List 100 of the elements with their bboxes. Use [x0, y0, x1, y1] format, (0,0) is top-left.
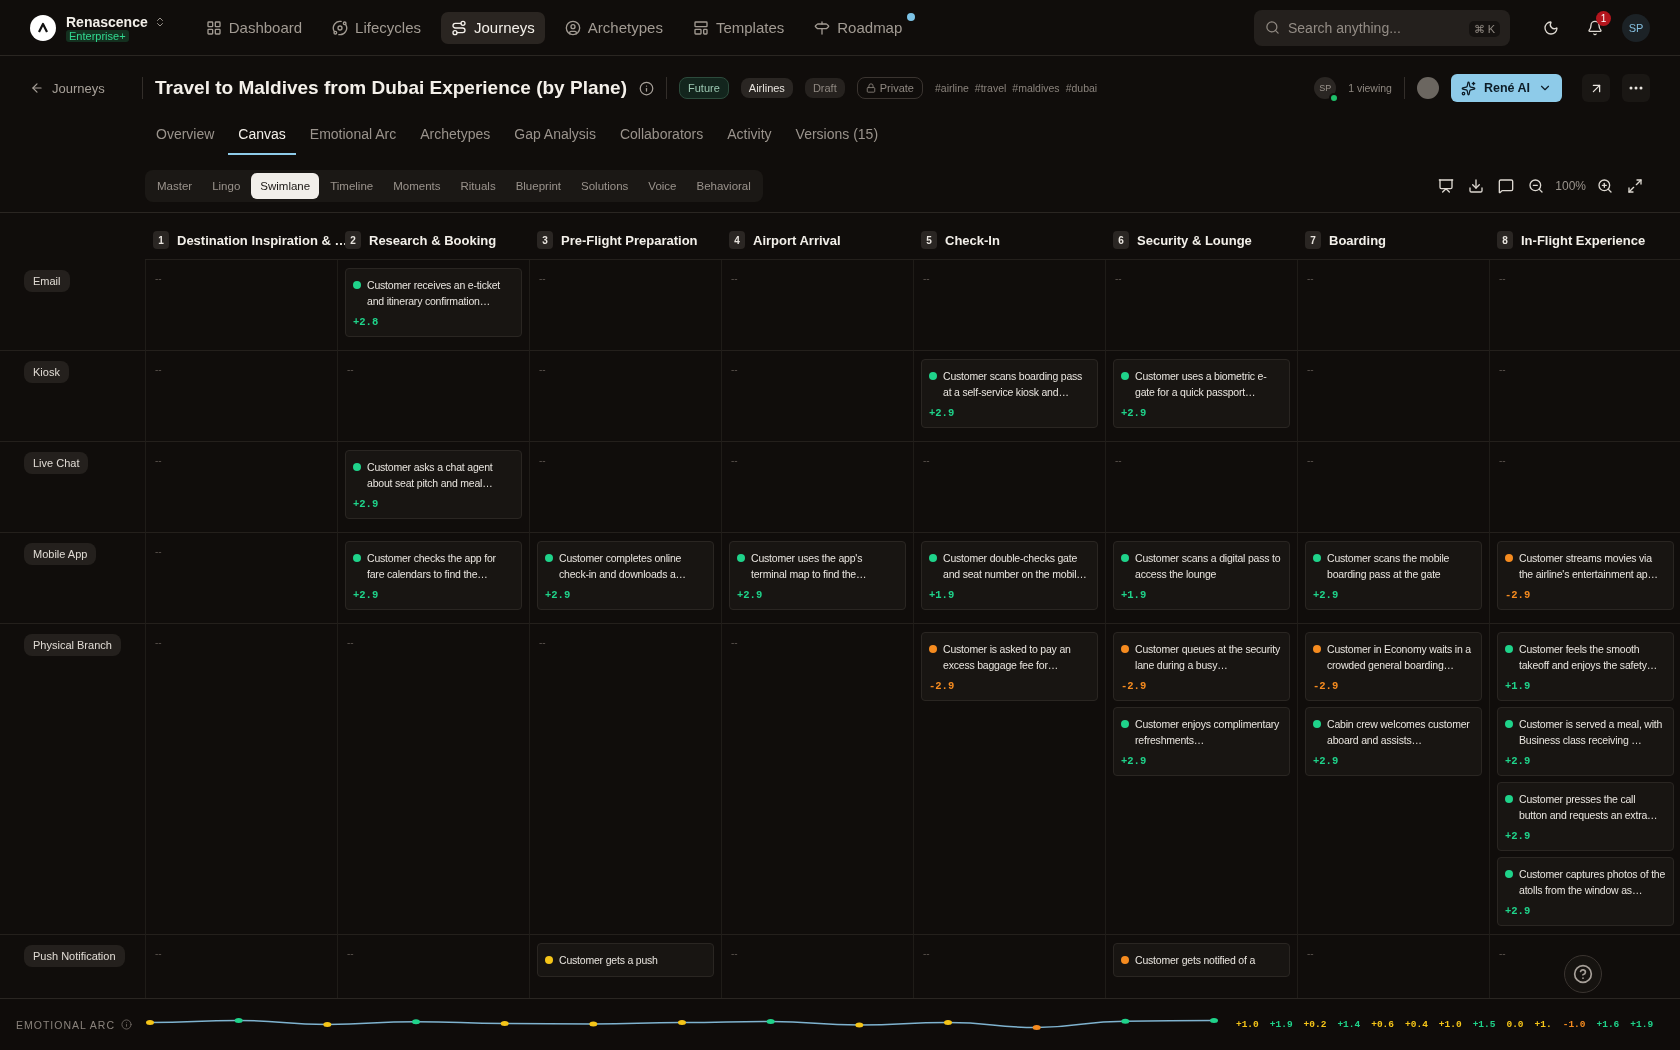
- hashtag[interactable]: #travel: [974, 82, 1007, 94]
- hashtag[interactable]: #maldives: [1012, 82, 1060, 94]
- card-score: +1.9: [1121, 589, 1148, 601]
- touchpoint-card[interactable]: Customer scans a digital pass to access the lounge +1.9: [1113, 541, 1290, 610]
- card-text: Customer streams movies via the airline's entertainment ap…: [1519, 551, 1659, 582]
- card-text: Customer scans the mobile boarding pass at the gate: [1327, 551, 1451, 582]
- touchpoint-card[interactable]: Customer captures photos of the atolls from the window as… +2.9: [1497, 857, 1674, 926]
- touchpoint-card[interactable]: Customer queues at the security lane during a busy… -2.9: [1113, 632, 1290, 701]
- notifications-button[interactable]: 1: [1578, 10, 1612, 45]
- touchpoint-card[interactable]: Customer gets notified of a: [1113, 943, 1290, 977]
- arc-value: 0.0: [1506, 1019, 1524, 1030]
- view-tab[interactable]: Behavioral: [687, 173, 760, 199]
- arc-value: +1.9: [1630, 1019, 1654, 1030]
- hashtag[interactable]: #airline: [934, 82, 969, 94]
- tab[interactable]: Versions (15): [785, 118, 889, 155]
- nav-item[interactable]: Lifecycles: [322, 11, 431, 44]
- tab[interactable]: Emotional Arc: [299, 118, 407, 155]
- stage-number: 1: [153, 231, 169, 249]
- arc-value: +1.: [1534, 1019, 1552, 1030]
- more-button[interactable]: [1622, 74, 1650, 102]
- logo-icon[interactable]: [30, 14, 56, 41]
- touchpoint-card[interactable]: Customer checks the app for fare calendars to find the… +2.9: [345, 541, 522, 610]
- orbit-icon: [332, 19, 349, 36]
- tag: Future: [679, 77, 729, 99]
- card-score: +2.9: [1121, 755, 1148, 767]
- touchpoint-card[interactable]: Customer receives an e-ticket and itinerary confirmation… +2.8: [345, 268, 522, 337]
- notification-count: 1: [1596, 10, 1611, 26]
- more-icon: [1629, 86, 1643, 90]
- card-score: +2.9: [1505, 905, 1532, 917]
- tab[interactable]: Activity: [717, 118, 782, 155]
- view-tab[interactable]: Swimlane: [251, 173, 320, 199]
- ai-assistant-button[interactable]: René AI: [1450, 74, 1562, 102]
- touchpoint-card[interactable]: Customer completes online check-in and downloads a… +2.9: [537, 541, 714, 610]
- empty-marker: --: [1114, 272, 1123, 286]
- user-avatar[interactable]: SP: [1622, 13, 1650, 42]
- touchpoint-card[interactable]: Customer in Economy waits in a crowded general boarding… -2.9: [1305, 632, 1482, 701]
- back-link[interactable]: Journeys: [30, 80, 130, 96]
- stage-number: 2: [345, 231, 361, 249]
- touchpoint-card[interactable]: Customer uses the app's terminal map to find the… +2.9: [729, 541, 906, 610]
- empty-marker: --: [154, 272, 163, 286]
- tab[interactable]: Gap Analysis: [504, 118, 606, 155]
- hashtag[interactable]: #dubai: [1065, 82, 1098, 94]
- touchpoint-card[interactable]: Customer is asked to pay an excess baggage fee for… -2.9: [921, 632, 1098, 701]
- touchpoint-card[interactable]: Customer presses the call button and requests an extra… +2.9: [1497, 782, 1674, 851]
- lane-label: Physical Branch: [24, 634, 121, 656]
- route-icon: [450, 19, 467, 36]
- empty-marker: --: [1306, 454, 1315, 468]
- stage-number: 4: [729, 231, 745, 249]
- arc-value: +1.0: [1235, 1019, 1259, 1030]
- view-tab[interactable]: Rituals: [451, 173, 505, 199]
- card-text: Customer is served a meal, with Business class receiving …: [1519, 717, 1664, 748]
- touchpoint-card[interactable]: Customer double-checks gate and seat number on the mobil… +1.9: [921, 541, 1098, 610]
- tab[interactable]: Archetypes: [410, 118, 501, 155]
- touchpoint-card[interactable]: Customer gets a push: [537, 943, 714, 977]
- nav-item[interactable]: Dashboard: [195, 11, 313, 44]
- download-icon: [1468, 178, 1485, 194]
- touchpoint-card[interactable]: Customer scans the mobile boarding pass at the gate +2.9: [1305, 541, 1482, 610]
- view-tab[interactable]: Master: [148, 173, 202, 199]
- lane-label: Push Notification: [24, 945, 125, 967]
- nav-item[interactable]: Roadmap: [804, 11, 917, 44]
- tab[interactable]: Collaborators: [609, 118, 714, 155]
- card-text: Customer scans a digital pass to access the lounge: [1135, 551, 1282, 582]
- card-text: Customer feels the smooth takeoff and enjoys the safety…: [1519, 642, 1658, 673]
- online-dot: [1329, 93, 1340, 103]
- tab[interactable]: Overview: [146, 118, 225, 155]
- touchpoint-card[interactable]: Customer feels the smooth takeoff and enjoys the safety… +1.9: [1497, 632, 1674, 701]
- touchpoint-card[interactable]: Customer asks a chat agent about seat pitch and meal… +2.9: [345, 450, 522, 519]
- view-tab[interactable]: Blueprint: [506, 173, 571, 199]
- stage-name: Check-In: [945, 232, 1000, 248]
- nav-item[interactable]: Archetypes: [554, 11, 673, 44]
- touchpoint-card[interactable]: Customer scans boarding pass at a self-service kiosk and… +2.9: [921, 359, 1098, 428]
- stage-number: 5: [921, 231, 937, 249]
- view-tab[interactable]: Voice: [639, 173, 686, 199]
- view-tab[interactable]: Timeline: [321, 173, 383, 199]
- empty-marker: --: [154, 636, 163, 650]
- tab[interactable]: Canvas: [228, 118, 296, 155]
- tag: Draft: [804, 78, 845, 98]
- help-button[interactable]: [1564, 955, 1602, 993]
- arc-value: +1.6: [1596, 1019, 1620, 1030]
- stage-name: Boarding: [1329, 232, 1387, 248]
- touchpoint-card[interactable]: Customer is served a meal, with Business class receiving … +2.9: [1497, 707, 1674, 776]
- zoom-level: 100%: [1555, 179, 1586, 193]
- view-tab[interactable]: Moments: [384, 173, 450, 199]
- view-tab[interactable]: Solutions: [572, 173, 638, 199]
- touchpoint-card[interactable]: Customer uses a biometric e-gate for a quick passport… +2.9: [1113, 359, 1290, 428]
- avatar-circle: [1416, 77, 1439, 99]
- view-tab[interactable]: Lingo: [203, 173, 250, 199]
- card-text: Customer scans boarding pass at a self-service kiosk and…: [943, 369, 1084, 400]
- touchpoint-card[interactable]: Customer streams movies via the airline's entertainment ap… -2.9: [1497, 541, 1674, 610]
- template-icon: [692, 19, 709, 36]
- maximize-icon: [1627, 178, 1643, 194]
- open-external-button[interactable]: [1582, 74, 1610, 102]
- nav-item[interactable]: Templates: [682, 11, 795, 44]
- lane-label: Email: [24, 270, 70, 292]
- empty-marker: --: [730, 636, 739, 650]
- touchpoint-card[interactable]: Cabin crew welcomes customer aboard and assists… +2.9: [1305, 707, 1482, 776]
- info-icon[interactable]: [639, 80, 654, 96]
- card-text: Customer completes online check-in and downloads a…: [559, 551, 687, 582]
- nav-item[interactable]: Journeys: [440, 11, 545, 44]
- touchpoint-card[interactable]: Customer enjoys complimentary refreshments… +2.9: [1113, 707, 1290, 776]
